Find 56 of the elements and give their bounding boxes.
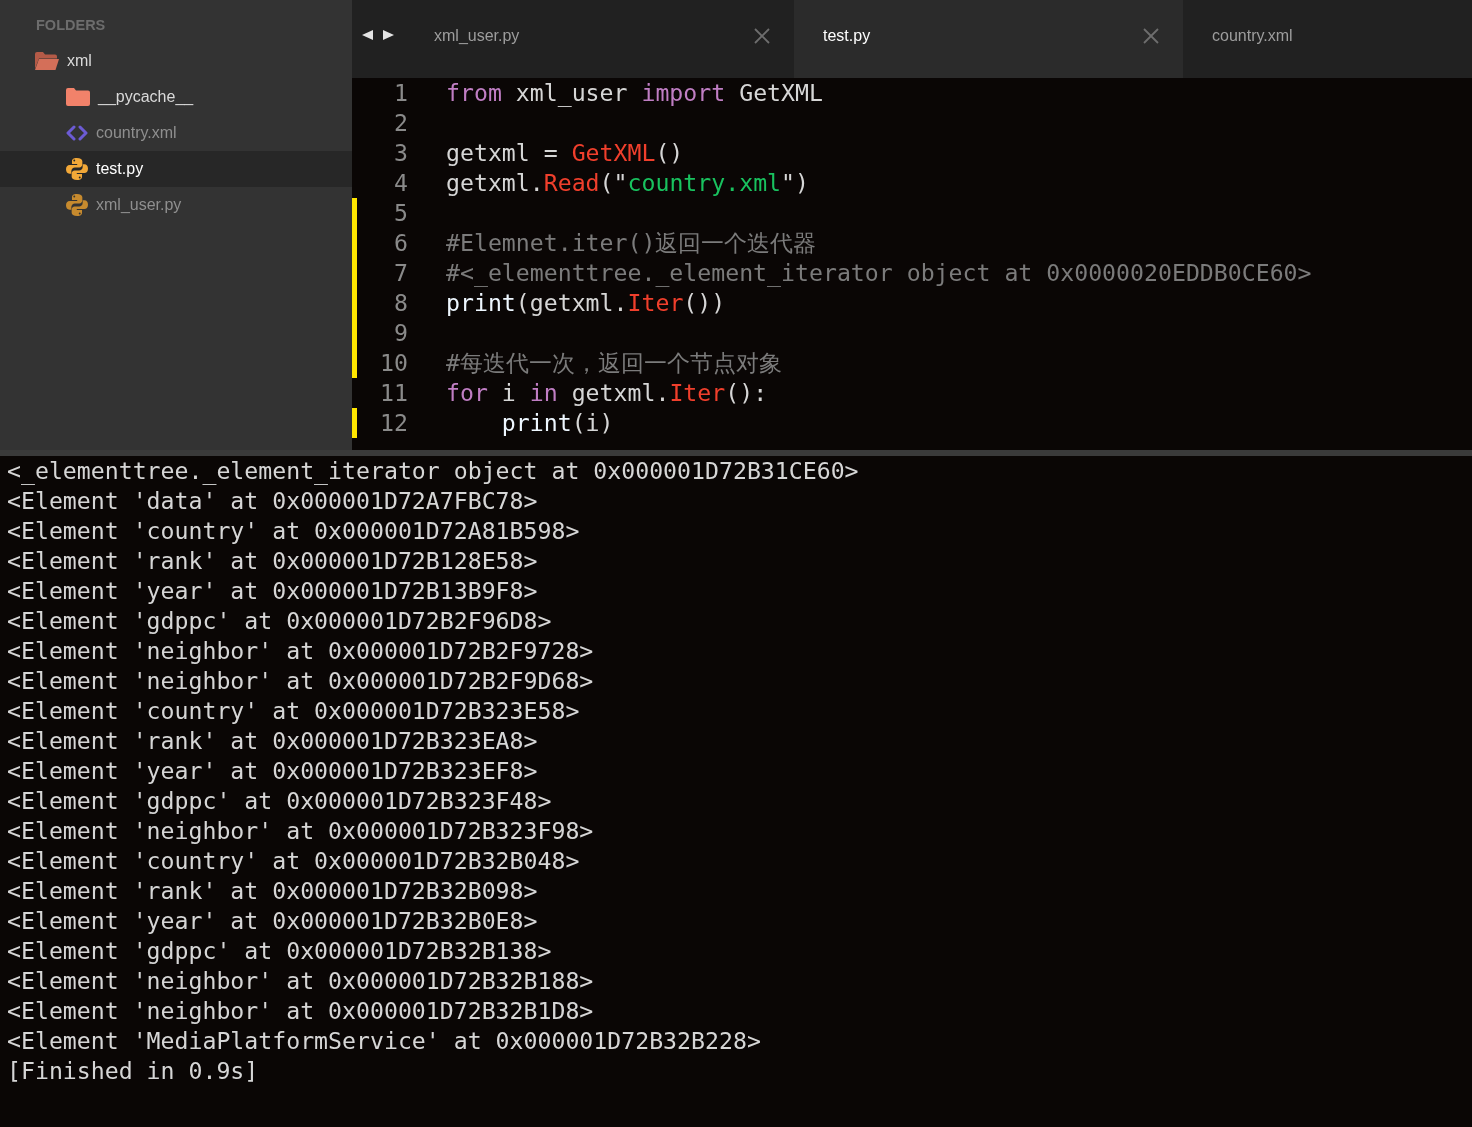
line-number: 7 [394,258,408,288]
code-brackets-icon [66,125,88,141]
code-line: #<_elementtree._element_iterator object at 0x0000020EDDB0CE60> [446,258,1312,288]
code-line: print(i) [501,408,614,438]
code-line: #每迭代一次，返回一个节点对象 [446,348,782,378]
code-line: for i in getxml.Iter(): [446,378,768,408]
line-number: 4 [394,168,408,198]
output-line: <Element 'neighbor' at 0x000001D72B32B1D8> [7,996,594,1026]
line-number: 12 [380,408,408,438]
file-tree-item[interactable]: country.xml [0,115,352,151]
line-number: 8 [394,288,408,318]
output-line: <Element 'rank' at 0x000001D72B323EA8> [7,726,538,756]
output-line: <Element 'rank' at 0x000001D72B32B098> [7,876,538,906]
file-tree-item[interactable]: test.py [0,151,352,187]
output-line: <Element 'neighbor' at 0x000001D72B2F9D68> [7,666,594,696]
folder-tree-item[interactable]: xml [0,43,352,79]
output-line: <Element 'gdppc' at 0x000001D72B323F48> [7,786,552,816]
output-line: <_elementtree._element_iterator object at 0x000001D72B31CE60> [7,456,859,486]
output-line: <Element 'neighbor' at 0x000001D72B2F9728> [7,636,594,666]
line-number: 10 [380,348,408,378]
output-line: <Element 'gdppc' at 0x000001D72B2F96D8> [7,606,552,636]
code-line: from xml_user import GetXML [446,78,823,108]
python-icon [66,194,88,216]
output-line: <Element 'year' at 0x000001D72B13B9F8> [7,576,538,606]
output-line: <Element 'neighbor' at 0x000001D72B32B188> [7,966,594,996]
output-line: <Element 'country' at 0x000001D72B323E58> [7,696,580,726]
code-line: print(getxml.Iter()) [446,288,726,318]
left-arrow-icon[interactable] [362,30,373,40]
file-tree-item[interactable]: xml_user.py [0,187,352,223]
output-line: <Element 'data' at 0x000001D72A7FBC78> [7,486,538,516]
code-line: getxml = GetXML() [446,138,684,168]
right-arrow-icon[interactable] [383,30,394,40]
line-number: 1 [394,78,408,108]
output-line: <Element 'country' at 0x000001D72B32B048> [7,846,580,876]
file-tab[interactable]: test.py [794,0,1183,78]
output-line: <Element 'country' at 0x000001D72A81B598> [7,516,580,546]
code-line: getxml.Read("country.xml") [446,168,809,198]
output-line: <Element 'year' at 0x000001D72B32B0E8> [7,906,538,936]
line-number: 9 [394,318,408,348]
line-number: 11 [380,378,408,408]
code-line: #Elemnet.iter()返回一个迭代器 [446,228,817,258]
line-number: 6 [394,228,408,258]
output-line: <Element 'rank' at 0x000001D72B128E58> [7,546,538,576]
python-icon [66,158,88,180]
line-number: 2 [394,108,408,138]
output-line: [Finished in 0.9s] [7,1056,259,1086]
line-number: 3 [394,138,408,168]
folder-tree-item[interactable]: __pycache__ [0,79,352,115]
close-icon[interactable] [754,28,770,44]
line-number: 5 [394,198,408,228]
output-line: <Element 'neighbor' at 0x000001D72B323F98> [7,816,594,846]
output-line: <Element 'gdppc' at 0x000001D72B32B138> [7,936,552,966]
output-line: <Element 'year' at 0x000001D72B323EF8> [7,756,538,786]
sidebar-heading: FOLDERS [36,16,106,35]
output-line: <Element 'MediaPlatformService' at 0x000001D72B32B228> [7,1026,761,1056]
close-icon[interactable] [1143,28,1159,44]
